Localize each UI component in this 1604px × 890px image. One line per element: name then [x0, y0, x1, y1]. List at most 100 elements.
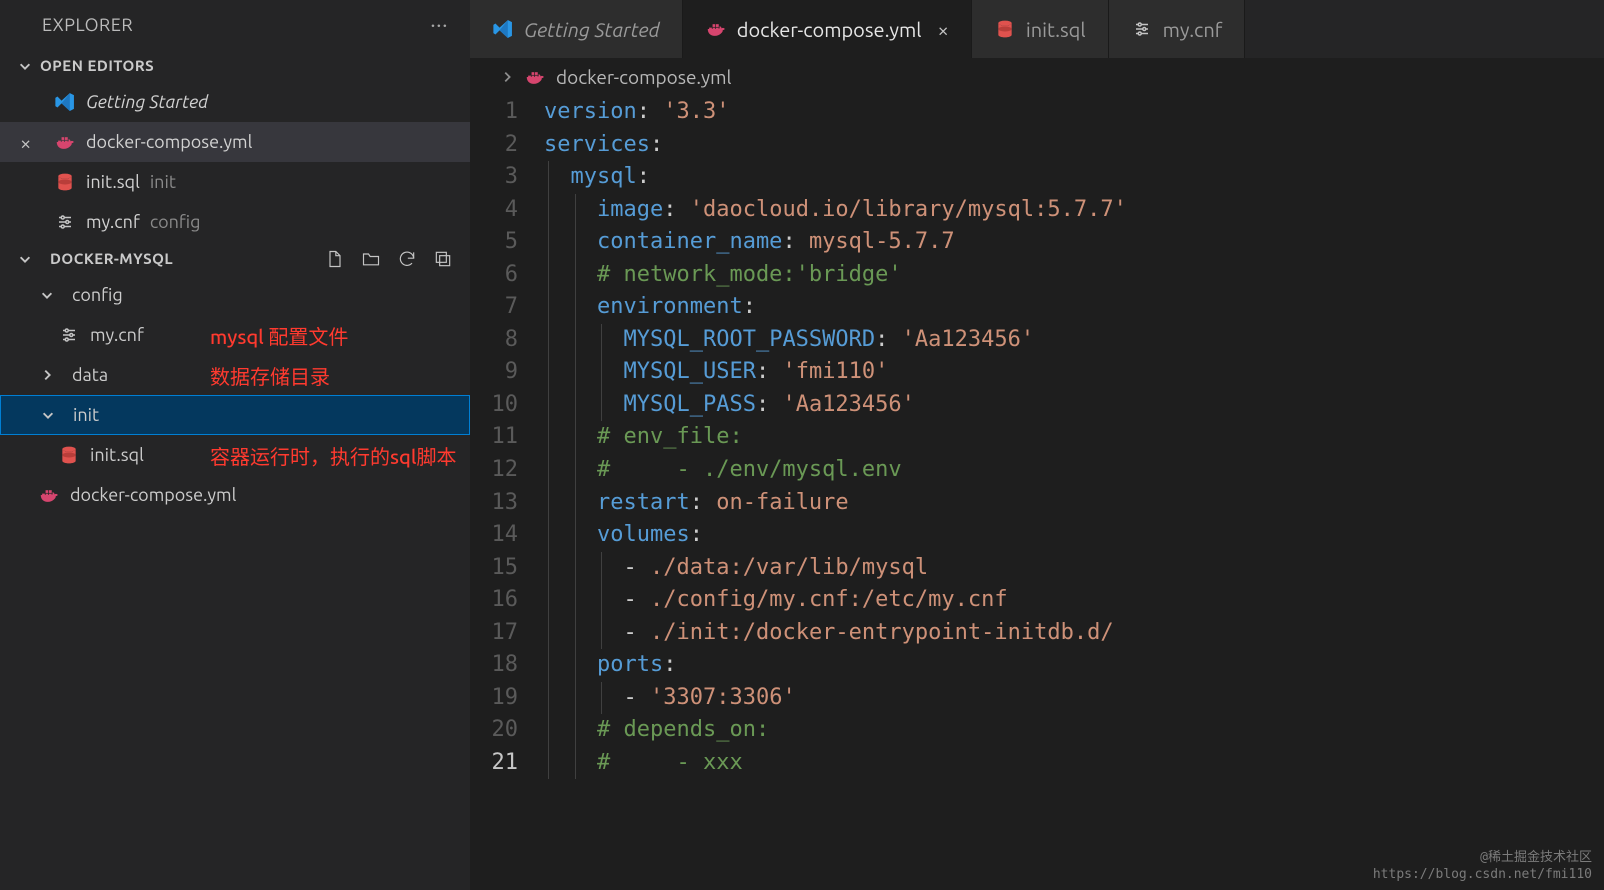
- explorer-header: EXPLORER ···: [0, 0, 470, 49]
- code-content[interactable]: version: '3.3'services: mysql: image: 'd…: [544, 96, 1604, 890]
- code-line[interactable]: MYSQL_PASS: 'Aa123456': [544, 389, 1604, 422]
- project-name: DOCKER-MYSQL: [50, 250, 173, 267]
- line-number[interactable]: 2: [490, 129, 518, 162]
- new-file-icon[interactable]: [324, 248, 346, 270]
- code-line[interactable]: MYSQL_USER: 'fmi110': [544, 356, 1604, 389]
- open-editor-label: docker-compose.yml: [86, 132, 252, 152]
- editor-tab[interactable]: init.sql: [972, 0, 1109, 58]
- settings-icon: [1131, 18, 1153, 40]
- code-line[interactable]: # - ./env/mysql.env: [544, 454, 1604, 487]
- line-number[interactable]: 5: [490, 226, 518, 259]
- code-line[interactable]: - ./init:/docker-entrypoint-initdb.d/: [544, 617, 1604, 650]
- annotation: 容器运行时，执行的sql脚本: [210, 441, 456, 470]
- watermark: @稀土掘金技术社区 https://blog.csdn.net/fmi110: [1373, 849, 1592, 884]
- chevron-down-icon: [16, 59, 34, 73]
- folder-item[interactable]: init: [0, 395, 470, 435]
- vscode-icon: [54, 91, 76, 113]
- code-line[interactable]: # env_file:: [544, 421, 1604, 454]
- tree-label: docker-compose.yml: [70, 485, 236, 505]
- editor-area: Getting Starteddocker-compose.yml×init.s…: [470, 0, 1604, 890]
- docker-icon: [524, 66, 546, 88]
- code-line[interactable]: ports:: [544, 649, 1604, 682]
- annotation: mysql 配置文件: [210, 321, 348, 350]
- docker-icon: [38, 484, 60, 506]
- file-tree: config my.cnf mysql 配置文件 data数据存储目录 init init…: [0, 275, 470, 515]
- code-line[interactable]: version: '3.3': [544, 96, 1604, 129]
- line-number[interactable]: 21: [490, 747, 518, 780]
- line-number[interactable]: 11: [490, 421, 518, 454]
- line-number[interactable]: 13: [490, 487, 518, 520]
- line-number[interactable]: 3: [490, 161, 518, 194]
- vscode-icon: [492, 18, 514, 40]
- file-item[interactable]: my.cnf mysql 配置文件: [0, 315, 470, 355]
- line-number[interactable]: 18: [490, 649, 518, 682]
- folder-item[interactable]: config: [0, 275, 470, 315]
- line-number[interactable]: 20: [490, 714, 518, 747]
- line-number-gutter: 123456789101112131415161718192021: [470, 96, 544, 890]
- open-editor-label: init.sql: [86, 172, 140, 192]
- editor-tab[interactable]: my.cnf: [1109, 0, 1246, 58]
- code-line[interactable]: restart: on-failure: [544, 487, 1604, 520]
- code-line[interactable]: environment:: [544, 291, 1604, 324]
- chevron-right-icon[interactable]: [38, 368, 56, 382]
- editor-tab[interactable]: Getting Started: [470, 0, 683, 58]
- line-number[interactable]: 1: [490, 96, 518, 129]
- tree-label: my.cnf: [90, 325, 144, 345]
- collapse-all-icon[interactable]: [432, 248, 454, 270]
- close-icon[interactable]: ×: [20, 131, 31, 154]
- project-section[interactable]: DOCKER-MYSQL: [0, 242, 470, 275]
- line-number[interactable]: 14: [490, 519, 518, 552]
- code-line[interactable]: # depends_on:: [544, 714, 1604, 747]
- code-line[interactable]: volumes:: [544, 519, 1604, 552]
- code-editor[interactable]: 123456789101112131415161718192021 versio…: [470, 96, 1604, 890]
- code-line[interactable]: MYSQL_ROOT_PASSWORD: 'Aa123456': [544, 324, 1604, 357]
- code-line[interactable]: services:: [544, 129, 1604, 162]
- code-line[interactable]: mysql:: [544, 161, 1604, 194]
- open-editor-item[interactable]: × docker-compose.yml: [0, 122, 470, 162]
- db-icon: [994, 18, 1016, 40]
- code-line[interactable]: - ./data:/var/lib/mysql: [544, 552, 1604, 585]
- line-number[interactable]: 16: [490, 584, 518, 617]
- code-line[interactable]: # network_mode:'bridge': [544, 259, 1604, 292]
- new-folder-icon[interactable]: [360, 248, 382, 270]
- line-number[interactable]: 19: [490, 682, 518, 715]
- file-item[interactable]: docker-compose.yml: [0, 475, 470, 515]
- line-number[interactable]: 9: [490, 356, 518, 389]
- editor-tabs: Getting Starteddocker-compose.yml× init.s…: [470, 0, 1604, 58]
- open-editor-item[interactable]: init.sqlinit: [0, 162, 470, 202]
- line-number[interactable]: 10: [490, 389, 518, 422]
- tree-label: data: [72, 365, 108, 385]
- close-icon[interactable]: ×: [938, 18, 949, 41]
- chevron-down-icon[interactable]: [38, 288, 56, 302]
- tree-label: init: [73, 405, 99, 425]
- code-line[interactable]: container_name: mysql-5.7.7: [544, 226, 1604, 259]
- tab-label: init.sql: [1026, 18, 1086, 41]
- folder-item[interactable]: data数据存储目录: [0, 355, 470, 395]
- open-editor-item[interactable]: my.cnfconfig: [0, 202, 470, 242]
- open-editor-label: my.cnf: [86, 212, 140, 232]
- line-number[interactable]: 15: [490, 552, 518, 585]
- code-line[interactable]: - ./config/my.cnf:/etc/my.cnf: [544, 584, 1604, 617]
- line-number[interactable]: 6: [490, 259, 518, 292]
- chevron-down-icon[interactable]: [39, 408, 57, 422]
- open-editors-label: OPEN EDITORS: [40, 57, 154, 74]
- line-number[interactable]: 8: [490, 324, 518, 357]
- editor-tab[interactable]: docker-compose.yml×: [683, 0, 972, 58]
- code-line[interactable]: - '3307:3306': [544, 682, 1604, 715]
- explorer-title: EXPLORER: [42, 15, 133, 35]
- open-editors-list: Getting Started × docker-compose.yml init.s…: [0, 82, 470, 242]
- open-editors-section[interactable]: OPEN EDITORS: [0, 49, 470, 82]
- breadcrumb[interactable]: docker-compose.yml: [470, 58, 1604, 96]
- line-number[interactable]: 12: [490, 454, 518, 487]
- code-line[interactable]: image: 'daocloud.io/library/mysql:5.7.7': [544, 194, 1604, 227]
- line-number[interactable]: 7: [490, 291, 518, 324]
- docker-icon: [54, 131, 76, 153]
- file-item[interactable]: init.sql容器运行时，执行的sql脚本: [0, 435, 470, 475]
- line-number[interactable]: 4: [490, 194, 518, 227]
- more-actions-icon[interactable]: ···: [430, 12, 448, 37]
- refresh-icon[interactable]: [396, 248, 418, 270]
- line-number[interactable]: 17: [490, 617, 518, 650]
- tab-label: my.cnf: [1163, 18, 1223, 41]
- open-editor-item[interactable]: Getting Started: [0, 82, 470, 122]
- code-line[interactable]: # - xxx: [544, 747, 1604, 780]
